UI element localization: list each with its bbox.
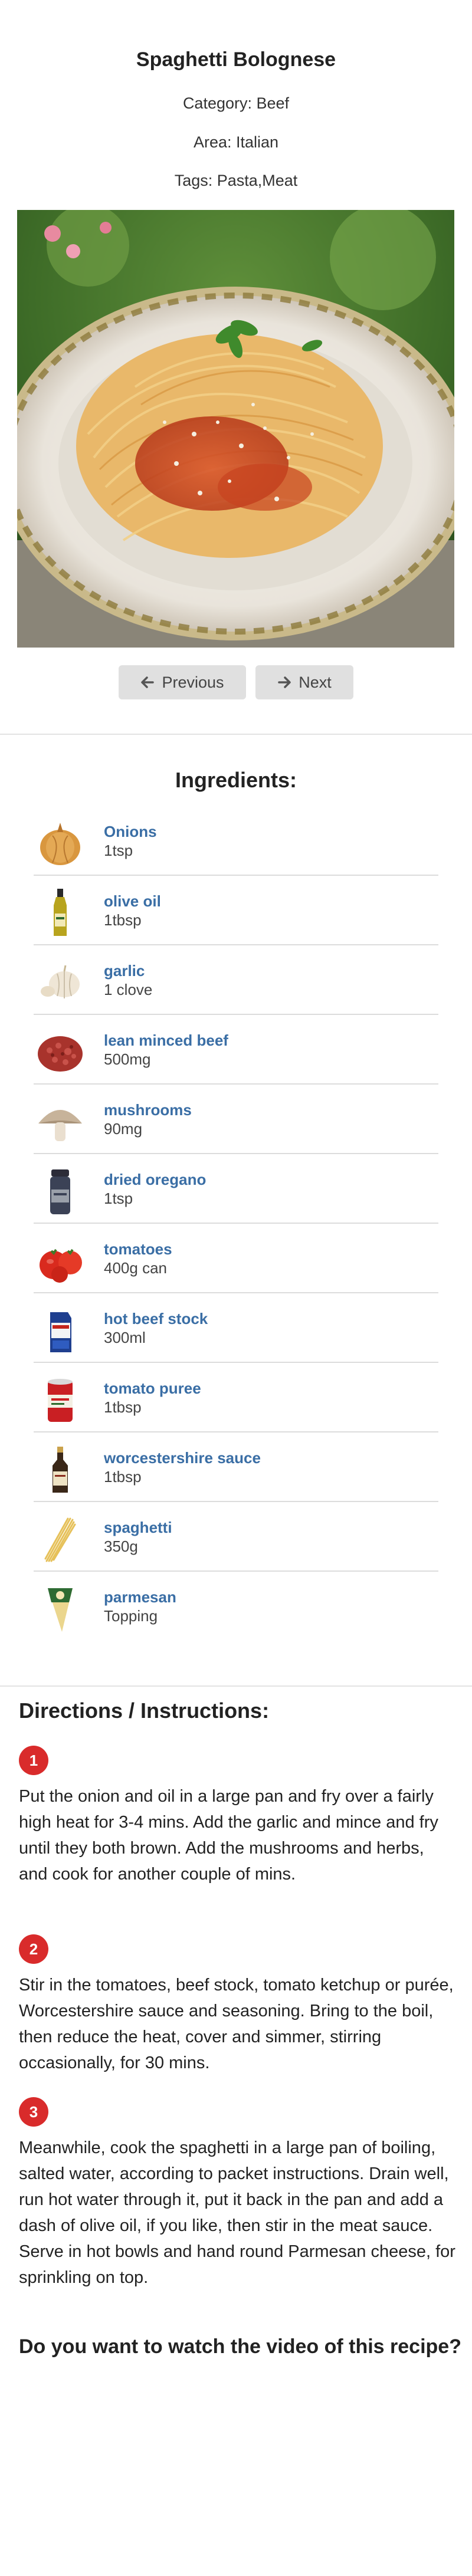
ingredient-name[interactable]: hot beef stock [104, 1310, 208, 1328]
ingredient-name[interactable]: worcestershire sauce [104, 1449, 261, 1467]
direction-step: 2 Stir in the tomatoes, beef stock, toma… [19, 1934, 455, 2076]
ingredient-item: olive oil 1tbsp [34, 876, 438, 945]
ingredient-name[interactable]: spaghetti [104, 1519, 172, 1537]
ingredient-item: lean minced beef 500mg [34, 1015, 438, 1085]
sauce-bottle-icon [35, 1444, 86, 1495]
previous-button[interactable]: Previous [119, 665, 246, 699]
ingredient-item: spaghetti 350g [34, 1502, 438, 1572]
ingredient-measure: 1tbsp [104, 1398, 142, 1416]
directions-heading: Directions / Instructions: [19, 1698, 270, 1723]
arrow-right-icon [277, 675, 291, 689]
ingredient-measure: 1tsp [104, 1190, 133, 1207]
step-text: Stir in the tomatoes, beef stock, tomato… [19, 1976, 454, 2072]
minced-beef-icon [35, 1027, 86, 1077]
recipe-title: Spaghetti Bolognese [136, 48, 336, 71]
parmesan-icon [35, 1583, 86, 1634]
beef-stock-carton-icon [35, 1305, 86, 1356]
mushroom-icon [35, 1096, 86, 1147]
next-button[interactable]: Next [255, 665, 353, 699]
recipe-category: Category: Beef [182, 94, 290, 112]
ingredient-measure: 500mg [104, 1050, 151, 1068]
ingredient-item: hot beef stock 300ml [34, 1293, 438, 1363]
ingredient-item: dried oregano 1tsp [34, 1154, 438, 1224]
ingredients-list: Onions 1tsp olive oil 1tbsp garlic 1 clo… [34, 806, 438, 1641]
ingredient-item: garlic 1 clove [34, 945, 438, 1015]
previous-label: Previous [162, 673, 224, 691]
step-text: Meanwhile, cook the spaghetti in a large… [19, 2138, 455, 2287]
video-prompt: Do you want to watch the video of this r… [19, 2335, 461, 2358]
ingredients-heading: Ingredients: [175, 768, 297, 792]
step-number-badge: 1 [19, 1746, 48, 1775]
ingredient-item: tomato puree 1tbsp [34, 1363, 438, 1432]
ingredient-measure: 1tsp [104, 842, 133, 859]
step-number-badge: 2 [19, 1934, 48, 1964]
garlic-icon [35, 957, 86, 1008]
tomato-icon [35, 1236, 86, 1286]
ingredient-name[interactable]: olive oil [104, 892, 161, 911]
ingredient-measure: 400g can [104, 1259, 167, 1277]
recipe-header: Spaghetti Bolognese Category: Beef Area:… [0, 0, 472, 734]
arrow-left-icon [140, 675, 155, 689]
recipe-area: Area: Italian [193, 133, 279, 151]
recipe-photo [17, 210, 454, 648]
ingredient-measure: 300ml [104, 1329, 146, 1346]
ingredient-name[interactable]: parmesan [104, 1588, 176, 1606]
ingredient-measure: Topping [104, 1607, 158, 1625]
ingredient-measure: 350g [104, 1537, 138, 1555]
onion-icon [35, 818, 86, 869]
ingredient-name[interactable]: mushrooms [104, 1101, 192, 1119]
ingredient-measure: 1tbsp [104, 1468, 142, 1486]
spaghetti-icon [35, 1514, 86, 1565]
recipe-tags: Tags: Pasta,Meat [174, 172, 298, 189]
section-divider [0, 734, 472, 735]
ingredient-item: mushrooms 90mg [34, 1085, 438, 1154]
direction-step: 1 Put the onion and oil in a large pan a… [19, 1746, 455, 1887]
step-text: Put the onion and oil in a large pan and… [19, 1787, 438, 1884]
ingredient-measure: 1 clove [104, 981, 153, 998]
ingredient-item: tomatoes 400g can [34, 1224, 438, 1293]
ingredient-name[interactable]: dried oregano [104, 1171, 206, 1189]
olive-oil-bottle-icon [35, 888, 86, 938]
ingredient-name[interactable]: lean minced beef [104, 1031, 228, 1050]
section-divider [0, 1685, 472, 1687]
next-label: Next [299, 673, 332, 691]
ingredient-item: worcestershire sauce 1tbsp [34, 1432, 438, 1502]
ingredient-name[interactable]: tomatoes [104, 1240, 172, 1259]
tomato-puree-can-icon [35, 1375, 86, 1425]
ingredient-item: parmesan Topping [34, 1572, 438, 1641]
ingredient-measure: 1tbsp [104, 911, 142, 929]
ingredient-name[interactable]: garlic [104, 962, 145, 980]
ingredient-name[interactable]: tomato puree [104, 1379, 201, 1398]
direction-step: 3 Meanwhile, cook the spaghetti in a lar… [19, 2097, 455, 2291]
recipe-navigation: Previous Next [0, 665, 472, 699]
ingredient-measure: 90mg [104, 1120, 143, 1138]
oregano-jar-icon [35, 1166, 86, 1217]
ingredient-item: Onions 1tsp [34, 806, 438, 876]
step-number-badge: 3 [19, 2097, 48, 2127]
ingredient-name[interactable]: Onions [104, 823, 157, 841]
